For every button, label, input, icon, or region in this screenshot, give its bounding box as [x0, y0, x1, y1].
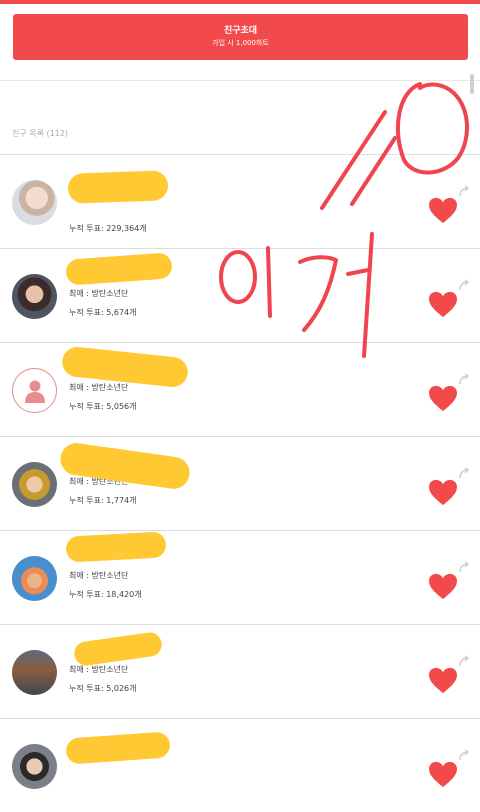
- favorite-artist: 최애 : 방탄소년단: [69, 665, 129, 674]
- vote-count: 누적 투표: 5,026개: [69, 684, 137, 693]
- avatar[interactable]: [12, 274, 57, 319]
- avatar[interactable]: [12, 650, 57, 695]
- avatar[interactable]: [12, 744, 57, 789]
- avatar[interactable]: [12, 462, 57, 507]
- top-accent-bar: [0, 0, 480, 4]
- scrollbar[interactable]: [470, 74, 474, 94]
- friend-list-header: 친구 목록 (112): [12, 129, 69, 138]
- heart-icon[interactable]: [428, 291, 458, 318]
- vote-count: 누적 투표: 229,364개: [69, 224, 147, 233]
- favorite-artist: 최애 : 방탄소년단: [69, 289, 129, 298]
- vote-count: 누적 투표: 18,420개: [69, 590, 142, 599]
- heart-icon[interactable]: [428, 479, 458, 506]
- share-arrow-icon[interactable]: [457, 279, 471, 293]
- vote-count: 누적 투표: 5,056개: [69, 402, 137, 411]
- heart-icon[interactable]: [428, 385, 458, 412]
- share-arrow-icon[interactable]: [457, 561, 471, 575]
- share-arrow-icon[interactable]: [457, 655, 471, 669]
- friend-row[interactable]: [0, 718, 480, 812]
- share-arrow-icon[interactable]: [457, 373, 471, 387]
- header-divider: [0, 80, 480, 81]
- heart-icon[interactable]: [428, 197, 458, 224]
- invite-title: 친구초대: [223, 26, 258, 36]
- avatar[interactable]: [12, 368, 57, 413]
- vote-count: 누적 투표: 1,774개: [69, 496, 137, 505]
- favorite-artist: 최애 : 방탄소년단: [69, 571, 129, 580]
- friend-row[interactable]: 누적 투표: 229,364개: [0, 154, 480, 248]
- friend-list: 누적 투표: 229,364개 최애 : 방탄소년단 누적 투표: 5,674개…: [0, 154, 480, 812]
- redaction-scribble: [65, 531, 167, 563]
- person-placeholder-icon: [24, 380, 45, 403]
- heart-icon[interactable]: [428, 667, 458, 694]
- avatar[interactable]: [12, 556, 57, 601]
- share-arrow-icon[interactable]: [457, 749, 471, 763]
- friend-row[interactable]: 최애 : 방탄소년단 누적 투표: 5,026개: [0, 624, 480, 718]
- redaction-scribble: [67, 170, 169, 204]
- heart-icon[interactable]: [428, 761, 458, 788]
- invite-friend-button[interactable]: 친구초대 가입 시 1,000하트: [13, 14, 468, 60]
- share-arrow-icon[interactable]: [457, 467, 471, 481]
- invite-reward: 가입 시 1,000하트: [212, 39, 269, 47]
- favorite-artist: 최애 : 방탄소년단: [69, 383, 129, 392]
- share-arrow-icon[interactable]: [457, 185, 471, 199]
- avatar[interactable]: [12, 180, 57, 225]
- vote-count: 누적 투표: 5,674개: [69, 308, 137, 317]
- heart-icon[interactable]: [428, 573, 458, 600]
